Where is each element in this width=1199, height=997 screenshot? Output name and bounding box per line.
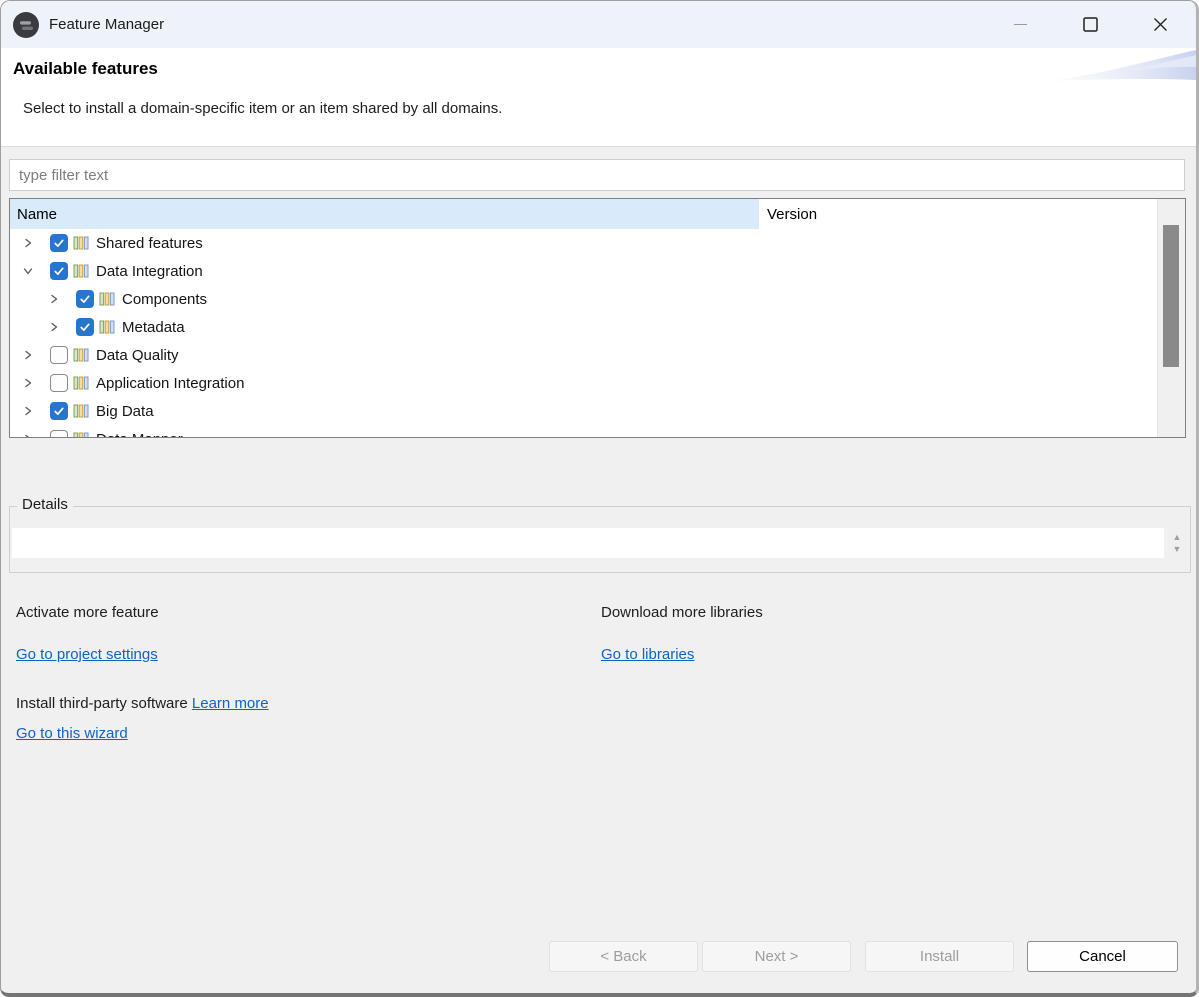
features-table: Name Version Shared features Data Integra… bbox=[9, 198, 1186, 438]
feature-bars-icon bbox=[73, 431, 90, 438]
tree-item-label[interactable]: Data Mapper bbox=[96, 431, 183, 439]
chevron-right-icon[interactable] bbox=[22, 405, 34, 417]
table-header: Name Version bbox=[10, 199, 1158, 229]
app-icon bbox=[13, 12, 39, 38]
tree-row[interactable]: Metadata bbox=[10, 313, 1158, 341]
details-group-label: Details bbox=[17, 496, 73, 513]
tree-item-label[interactable]: Metadata bbox=[122, 319, 185, 336]
install-button[interactable]: Install bbox=[865, 941, 1014, 972]
cancel-button[interactable]: Cancel bbox=[1027, 941, 1178, 972]
feature-checkbox[interactable] bbox=[50, 374, 68, 392]
chevron-right-icon[interactable] bbox=[22, 237, 34, 249]
tree-item-label[interactable]: Data Integration bbox=[96, 263, 203, 280]
go-to-this-wizard-link[interactable]: Go to this wizard bbox=[16, 725, 128, 742]
feature-checkbox[interactable] bbox=[50, 402, 68, 420]
minimize-button[interactable] bbox=[1003, 1, 1037, 48]
feature-checkbox[interactable] bbox=[50, 234, 68, 252]
chevron-right-icon[interactable] bbox=[48, 293, 60, 305]
feature-bars-icon bbox=[73, 235, 90, 251]
tree-item-label[interactable]: Shared features bbox=[96, 235, 203, 252]
chevron-right-icon[interactable] bbox=[22, 377, 34, 389]
download-more-libraries-heading: Download more libraries bbox=[601, 604, 763, 621]
arrow-up-icon[interactable]: ▲ bbox=[1173, 533, 1182, 542]
titlebar: Feature Manager bbox=[1, 1, 1196, 48]
dialog-header: Available features Select to install a d… bbox=[1, 48, 1196, 147]
chevron-right-icon[interactable] bbox=[48, 321, 60, 333]
tree-row[interactable]: Big Data bbox=[10, 397, 1158, 425]
next-button[interactable]: Next > bbox=[702, 941, 851, 972]
feature-checkbox[interactable] bbox=[50, 262, 68, 280]
feature-bars-icon bbox=[99, 319, 116, 335]
tree-row[interactable]: Data Mapper bbox=[10, 425, 1158, 438]
page-title: Available features bbox=[13, 59, 158, 79]
close-icon bbox=[1153, 17, 1168, 32]
minimize-icon bbox=[1014, 24, 1027, 25]
activate-more-feature-heading: Activate more feature bbox=[16, 604, 159, 621]
window-title: Feature Manager bbox=[49, 16, 164, 33]
scrollbar-thumb[interactable] bbox=[1163, 225, 1179, 367]
vertical-scrollbar[interactable] bbox=[1157, 199, 1185, 437]
page-subtitle: Select to install a domain-specific item… bbox=[23, 100, 502, 117]
column-header-name[interactable]: Name bbox=[10, 199, 759, 229]
details-scroll-arrows[interactable]: ▲ ▼ bbox=[1167, 529, 1187, 557]
tree-rows: Shared features Data Integration Component… bbox=[10, 229, 1158, 438]
chevron-down-icon[interactable] bbox=[22, 265, 34, 277]
maximize-button[interactable] bbox=[1073, 1, 1107, 48]
tree-row[interactable]: Data Integration bbox=[10, 257, 1158, 285]
install-third-party-text: Install third-party software bbox=[16, 695, 192, 712]
tree-row[interactable]: Data Quality bbox=[10, 341, 1158, 369]
feature-checkbox[interactable] bbox=[50, 346, 68, 364]
column-header-version[interactable]: Version bbox=[759, 199, 1158, 229]
learn-more-link[interactable]: Learn more bbox=[192, 695, 269, 712]
arrow-down-icon[interactable]: ▼ bbox=[1173, 545, 1182, 554]
decorative-swoosh bbox=[1046, 48, 1196, 82]
back-button[interactable]: < Back bbox=[549, 941, 698, 972]
tree-item-label[interactable]: Big Data bbox=[96, 403, 154, 420]
details-text[interactable] bbox=[12, 528, 1164, 558]
go-to-project-settings-link[interactable]: Go to project settings bbox=[16, 646, 158, 663]
tree-row[interactable]: Shared features bbox=[10, 229, 1158, 257]
feature-bars-icon bbox=[99, 291, 116, 307]
tree-item-label[interactable]: Application Integration bbox=[96, 375, 244, 392]
tree-item-label[interactable]: Data Quality bbox=[96, 347, 179, 364]
feature-manager-window: Feature Manager Available features bbox=[0, 0, 1199, 997]
filter-input[interactable] bbox=[9, 159, 1185, 191]
tree-row[interactable]: Components bbox=[10, 285, 1158, 313]
feature-bars-icon bbox=[73, 403, 90, 419]
third-party-line: Install third-party software Learn more bbox=[16, 695, 269, 712]
feature-checkbox[interactable] bbox=[76, 318, 94, 336]
tree-row[interactable]: Application Integration bbox=[10, 369, 1158, 397]
details-group: Details ▲ ▼ bbox=[9, 506, 1191, 573]
go-to-libraries-link[interactable]: Go to libraries bbox=[601, 646, 694, 663]
chevron-right-icon[interactable] bbox=[22, 349, 34, 361]
feature-bars-icon bbox=[73, 263, 90, 279]
feature-bars-icon bbox=[73, 375, 90, 391]
close-button[interactable] bbox=[1143, 1, 1177, 48]
feature-checkbox[interactable] bbox=[76, 290, 94, 308]
feature-bars-icon bbox=[73, 347, 90, 363]
tree-item-label[interactable]: Components bbox=[122, 291, 207, 308]
chevron-right-icon[interactable] bbox=[22, 433, 34, 438]
feature-checkbox[interactable] bbox=[50, 430, 68, 438]
maximize-icon bbox=[1083, 17, 1098, 32]
